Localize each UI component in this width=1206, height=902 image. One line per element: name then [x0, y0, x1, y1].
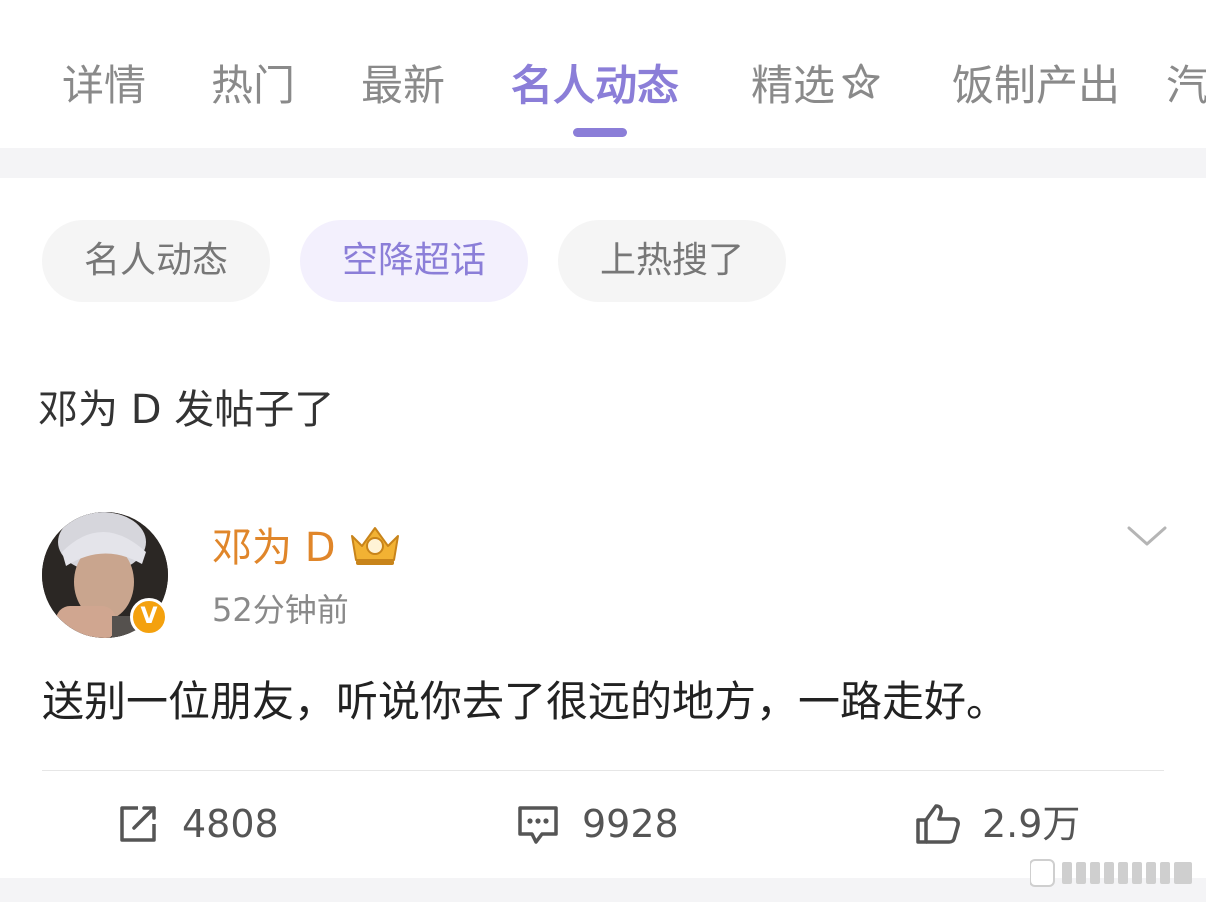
post-time: 52分钟前 [212, 591, 349, 629]
repost-count: 4808 [182, 802, 279, 846]
tab-hot[interactable]: 热门 [211, 58, 295, 114]
verified-badge: V [130, 598, 168, 636]
comment-icon [518, 806, 558, 844]
section-title: 邓为 D 发帖子了 [38, 387, 335, 433]
star-sparkle-icon [839, 60, 883, 118]
tab-featured-label: 精选 [751, 61, 836, 110]
post-author[interactable]: 邓为 D [212, 520, 336, 576]
repost-icon [120, 806, 156, 842]
active-tab-indicator [573, 128, 627, 137]
watermark-logo-icon [1029, 858, 1196, 888]
tab-featured[interactable]: 精选 [751, 58, 883, 118]
crown-badge-icon [346, 522, 404, 572]
like-count: 2.9万 [982, 802, 1081, 846]
tab-more-partial[interactable]: 汽 [1166, 58, 1206, 114]
tab-fan-creations[interactable]: 饭制产出 [952, 58, 1120, 114]
tab-latest[interactable]: 最新 [361, 58, 445, 114]
comment-count: 9928 [582, 802, 679, 846]
tab-celebrity-updates[interactable]: 名人动态 [511, 58, 679, 114]
thumbs-up-icon [916, 804, 960, 844]
post-text: 送别一位朋友，听说你去了很远的地方，一路走好。 [42, 677, 1009, 726]
like-button[interactable]: 2.9万 [914, 796, 1104, 852]
chip-airdrop-topic[interactable]: 空降超话 [300, 220, 528, 302]
repost-button[interactable]: 4808 [116, 796, 296, 852]
tab-details[interactable]: 详情 [62, 58, 146, 114]
chip-trending[interactable]: 上热搜了 [558, 220, 786, 302]
chip-celebrity-updates[interactable]: 名人动态 [42, 220, 270, 302]
section-separator [0, 148, 1206, 178]
bottom-separator [0, 878, 1206, 902]
chevron-down-icon[interactable] [1126, 522, 1168, 556]
tab-bar: 详情 热门 最新 名人动态 精选 饭制产出 汽 [0, 0, 1206, 148]
comment-button[interactable]: 9928 [516, 796, 696, 852]
divider [42, 770, 1164, 771]
